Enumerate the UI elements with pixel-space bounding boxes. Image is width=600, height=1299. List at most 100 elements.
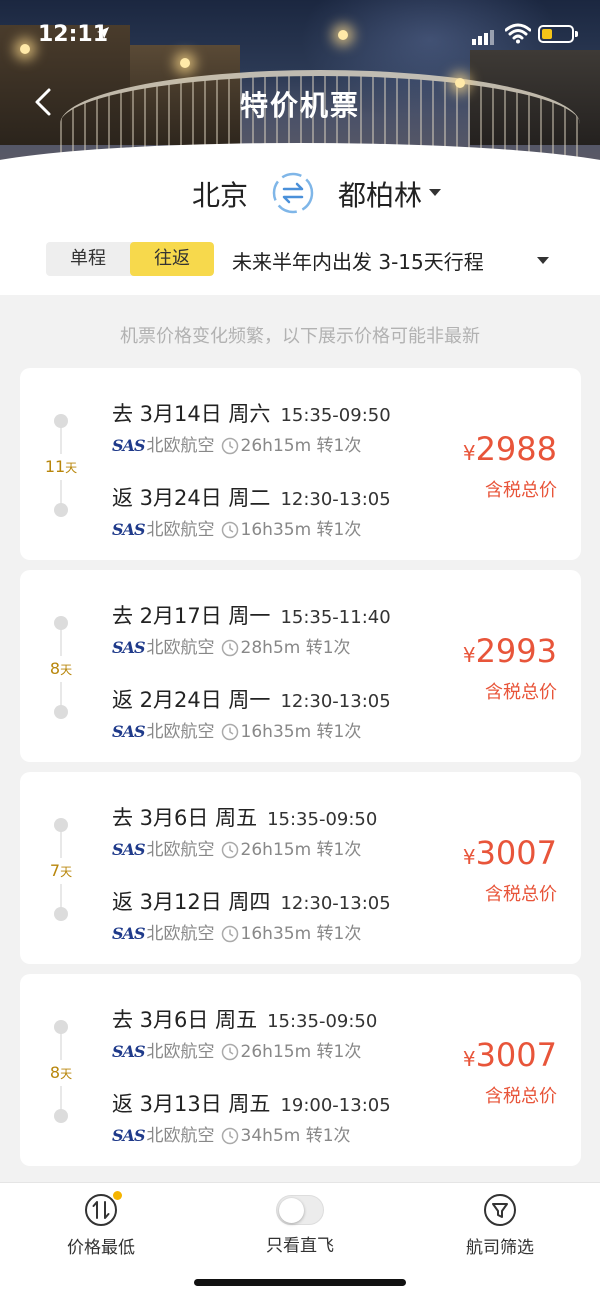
return-duration: 16h35m [240,924,312,944]
price: ¥3007 [463,834,557,872]
sas-logo-icon: SAS [112,722,146,741]
return-duration: 16h35m [240,722,312,742]
outbound-times: 15:35-09:50 [280,405,391,426]
price-amount: 3007 [475,1036,557,1074]
outbound-duration: 26h15m [240,436,312,456]
arrival-city[interactable]: 都柏林 [338,174,422,214]
price-notice: 机票价格变化频繁，以下展示价格可能非最新 [120,326,480,347]
flight-card[interactable]: 8天 去 3月6日 周五 15:35-09:50 SAS 北欧航空 26h15m 转1… [20,974,581,1166]
outbound-leg: 去 3月6日 周五 15:35-09:50 SAS 北欧航空 26h15m 转1次 [112,802,377,862]
return-leg: 返 3月13日 周五 19:00-13:05 SAS 北欧航空 34h5m 转1次 [112,1088,391,1148]
outbound-airline: 北欧航空 [146,1042,215,1062]
currency-symbol: ¥ [462,643,476,667]
outbound-leg: 去 2月17日 周一 15:35-11:40 SAS 北欧航空 28h5m 转1次 [112,600,391,660]
timeline-dot [54,818,68,832]
currency-symbol: ¥ [462,441,476,465]
direct-only-switch[interactable] [276,1195,324,1225]
date-range-dropdown-icon[interactable] [536,256,550,266]
price: ¥3007 [463,1036,557,1074]
trip-days-value: 8 [49,659,61,678]
flight-card[interactable]: 7天 去 3月6日 周五 15:35-09:50 SAS 北欧航空 26h15m 转1… [20,772,581,964]
timeline-dot [54,616,68,630]
cellular-signal-icon [472,26,496,45]
return-airline: 北欧航空 [146,520,215,540]
trip-days: 11天 [38,454,84,480]
sort-price-button[interactable]: 价格最低 [36,1191,166,1258]
clock-icon [221,1043,238,1061]
outbound-duration: 28h5m [240,638,301,658]
price-amount: 2993 [475,632,557,670]
outbound-times: 15:35-11:40 [280,607,391,628]
trip-days: 8天 [38,1060,84,1086]
sas-logo-icon: SAS [112,840,146,859]
outbound-date: 去 2月17日 周一 [112,604,271,628]
price: ¥2988 [463,430,557,468]
outbound-times: 15:35-09:50 [267,1011,378,1032]
timeline-dot [54,907,68,921]
location-arrow-icon [97,27,109,39]
clock-icon [221,723,238,741]
route-selector: 北京 都柏林 单程 往返 未来半年内出发 3-15天行程 [0,160,600,295]
currency-symbol: ¥ [462,845,476,869]
trip-days-unit: 天 [65,461,78,475]
sas-logo-icon: SAS [112,924,146,943]
return-stops: 转1次 [316,520,362,540]
trip-days-unit: 天 [60,1067,73,1081]
swap-cities-icon[interactable] [272,172,314,214]
outbound-stops: 转1次 [316,840,362,860]
arrival-dropdown-icon[interactable] [428,188,442,198]
sort-active-dot [113,1191,122,1200]
price: ¥2993 [463,632,557,670]
flight-card[interactable]: 8天 去 2月17日 周一 15:35-11:40 SAS 北欧航空 28h5m 转1… [20,570,581,762]
timeline-dot [54,705,68,719]
tab-one-way[interactable]: 单程 [46,242,130,276]
departure-city[interactable]: 北京 [192,174,248,214]
sas-logo-icon: SAS [112,1126,146,1145]
price-amount: 3007 [475,834,557,872]
return-times: 19:00-13:05 [280,1095,391,1116]
trip-days: 7天 [38,858,84,884]
price-label: 含税总价 [485,682,557,703]
return-date: 返 3月24日 周二 [112,486,271,510]
outbound-airline: 北欧航空 [146,840,215,860]
clock-icon [221,841,238,859]
outbound-stops: 转1次 [305,638,351,658]
return-date: 返 3月13日 周五 [112,1092,271,1116]
return-leg: 返 3月24日 周二 12:30-13:05 SAS 北欧航空 16h35m 转1次 [112,482,391,542]
clock-icon [221,521,238,539]
return-duration: 16h35m [240,520,312,540]
outbound-date: 去 3月6日 周五 [112,806,258,830]
return-leg: 返 2月24日 周一 12:30-13:05 SAS 北欧航空 16h35m 转1次 [112,684,391,744]
timeline-dot [54,1109,68,1123]
trip-days: 8天 [38,656,84,682]
page-title: 特价机票 [239,89,360,122]
sas-logo-icon: SAS [112,1042,146,1061]
trip-days-unit: 天 [60,865,73,879]
airline-filter-button[interactable]: 航司筛选 [435,1193,565,1258]
return-airline: 北欧航空 [146,1126,215,1146]
trip-days-unit: 天 [60,663,73,677]
outbound-leg: 去 3月14日 周六 15:35-09:50 SAS 北欧航空 26h15m 转1次 [112,398,391,458]
status-bar: 12:11 [0,0,600,70]
sas-logo-icon: SAS [112,638,146,657]
return-times: 12:30-13:05 [280,489,391,510]
outbound-stops: 转1次 [316,436,362,456]
flight-card[interactable]: 11天 去 3月14日 周六 15:35-09:50 SAS 北欧航空 26h15m … [20,368,581,560]
airline-filter-label: 航司筛选 [466,1238,534,1258]
tab-round-trip[interactable]: 往返 [130,242,214,276]
trip-days-value: 8 [49,1063,61,1082]
outbound-date: 去 3月14日 周六 [112,402,271,426]
home-indicator [194,1279,406,1286]
timeline-dot [54,503,68,517]
battery-icon [538,25,578,43]
return-airline: 北欧航空 [146,924,215,944]
return-stops: 转1次 [316,924,362,944]
sort-label: 价格最低 [67,1238,135,1258]
direct-only-toggle[interactable]: 只看直飞 [235,1193,365,1256]
clock-icon [221,437,238,455]
date-range-selector[interactable]: 未来半年内出发 3-15天行程 [232,246,484,275]
trip-days-value: 7 [49,861,61,880]
outbound-stops: 转1次 [316,1042,362,1062]
outbound-duration: 26h15m [240,1042,312,1062]
outbound-leg: 去 3月6日 周五 15:35-09:50 SAS 北欧航空 26h15m 转1次 [112,1004,377,1064]
